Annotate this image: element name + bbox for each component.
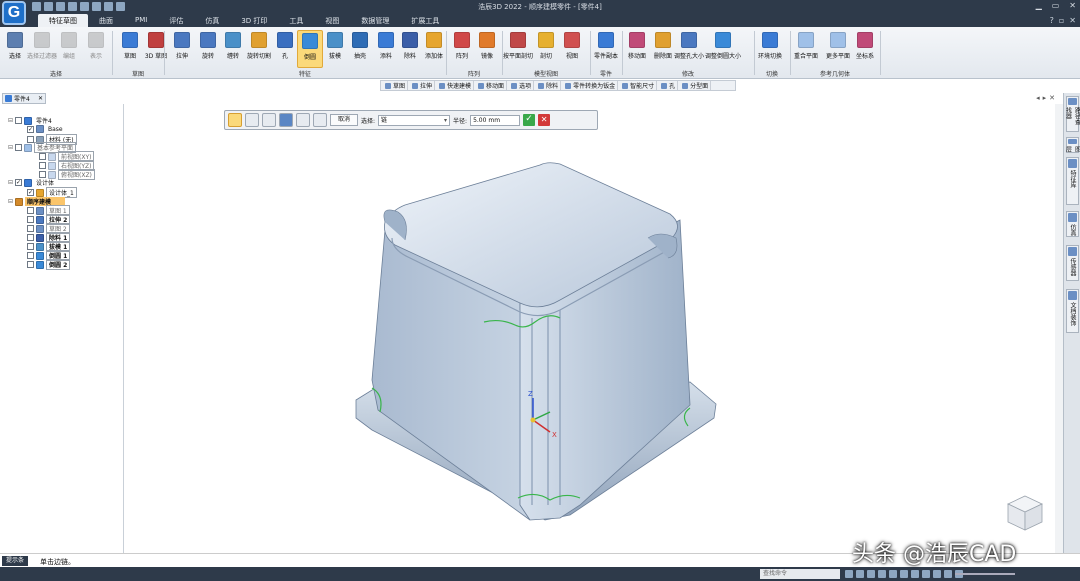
right-panel-tab[interactable]: 仿真 bbox=[1066, 211, 1079, 237]
display-icon[interactable] bbox=[922, 570, 930, 578]
right-panel-tab-label: 文档装饰 bbox=[1069, 302, 1076, 326]
zoom-slider[interactable] bbox=[955, 573, 1015, 575]
right-docking-panel: 路径查找器图层特征库仿真传感器文档装饰 bbox=[1063, 93, 1080, 553]
view-cube-icon[interactable] bbox=[1004, 492, 1046, 534]
options-button[interactable] bbox=[245, 113, 259, 127]
right-panel-tab[interactable]: 图层 bbox=[1064, 137, 1080, 153]
parameters-button[interactable] bbox=[262, 113, 276, 127]
svg-text:Z: Z bbox=[528, 390, 533, 398]
reject-button[interactable]: ✕ bbox=[538, 114, 551, 126]
body-mode-button[interactable] bbox=[296, 113, 310, 127]
app-window: 浩辰3D 2022 - 顺序建模零件 - [零件4] ▁ ▭ ✕ G 特征草图曲… bbox=[0, 0, 1080, 581]
camera-icon[interactable] bbox=[944, 570, 952, 578]
face-mode-button[interactable] bbox=[279, 113, 293, 127]
right-panel-tab[interactable]: 特征库 bbox=[1066, 157, 1079, 205]
right-panel-tab[interactable]: 文档装饰 bbox=[1066, 289, 1079, 333]
filter-button[interactable] bbox=[313, 113, 327, 127]
select-mode-dropdown[interactable]: 链 bbox=[378, 114, 451, 126]
right-panel-tab-icon bbox=[1068, 139, 1077, 144]
shade-icon[interactable] bbox=[900, 570, 908, 578]
rotate-icon[interactable] bbox=[878, 570, 886, 578]
select-label: 选择: bbox=[361, 117, 376, 125]
prompt-text: 单击边链。 bbox=[40, 558, 75, 566]
right-panel-tab-label: 图层 bbox=[1064, 145, 1080, 152]
view-tools bbox=[845, 570, 963, 578]
prompt-bar-button-label: 提示条 bbox=[6, 557, 25, 564]
zoom-icon[interactable] bbox=[856, 570, 864, 578]
right-panel-tab-label: 仿真 bbox=[1069, 224, 1076, 236]
watermark: 头条 @浩辰CAD bbox=[852, 542, 1017, 567]
view-icon[interactable] bbox=[889, 570, 897, 578]
radius-input[interactable]: 5.00 mm bbox=[470, 114, 521, 126]
right-panel-tab-label: 特征库 bbox=[1069, 170, 1076, 188]
right-panel-tab-icon bbox=[1068, 98, 1077, 106]
right-panel-tab[interactable]: 路径查找器 bbox=[1064, 96, 1080, 132]
section-icon[interactable] bbox=[911, 570, 919, 578]
right-panel-tab-label: 传感器 bbox=[1069, 258, 1076, 276]
pan-icon[interactable] bbox=[867, 570, 875, 578]
model-viewport[interactable]: Z X bbox=[0, 0, 1080, 581]
fit-icon[interactable] bbox=[845, 570, 853, 578]
prompt-bar-button[interactable]: 提示条 bbox=[2, 556, 29, 566]
right-panel-tab[interactable]: 传感器 bbox=[1066, 245, 1079, 281]
fillet-command-bar: 取消 选择: 链 半径: 5.00 mm ✓ ✕ bbox=[224, 110, 598, 130]
cancel-button[interactable]: 取消 bbox=[330, 114, 359, 126]
bottom-toolbar: 查找命令 bbox=[0, 567, 1080, 581]
right-panel-tab-label: 路径查找器 bbox=[1064, 107, 1080, 126]
style-icon[interactable] bbox=[933, 570, 941, 578]
right-panel-tab-icon bbox=[1068, 159, 1077, 168]
right-panel-tab-icon bbox=[1068, 213, 1077, 222]
find-command-input[interactable]: 查找命令 bbox=[760, 569, 840, 579]
radius-label: 半径: bbox=[453, 117, 468, 125]
viewport-scrollbar[interactable] bbox=[1055, 104, 1063, 553]
app-logo-icon[interactable]: G bbox=[2, 1, 26, 25]
select-step-button[interactable] bbox=[228, 113, 242, 127]
svg-text:X: X bbox=[552, 431, 557, 439]
right-panel-tab-icon bbox=[1068, 291, 1077, 300]
right-panel-tab-icon bbox=[1068, 247, 1077, 256]
accept-button[interactable]: ✓ bbox=[523, 114, 536, 126]
